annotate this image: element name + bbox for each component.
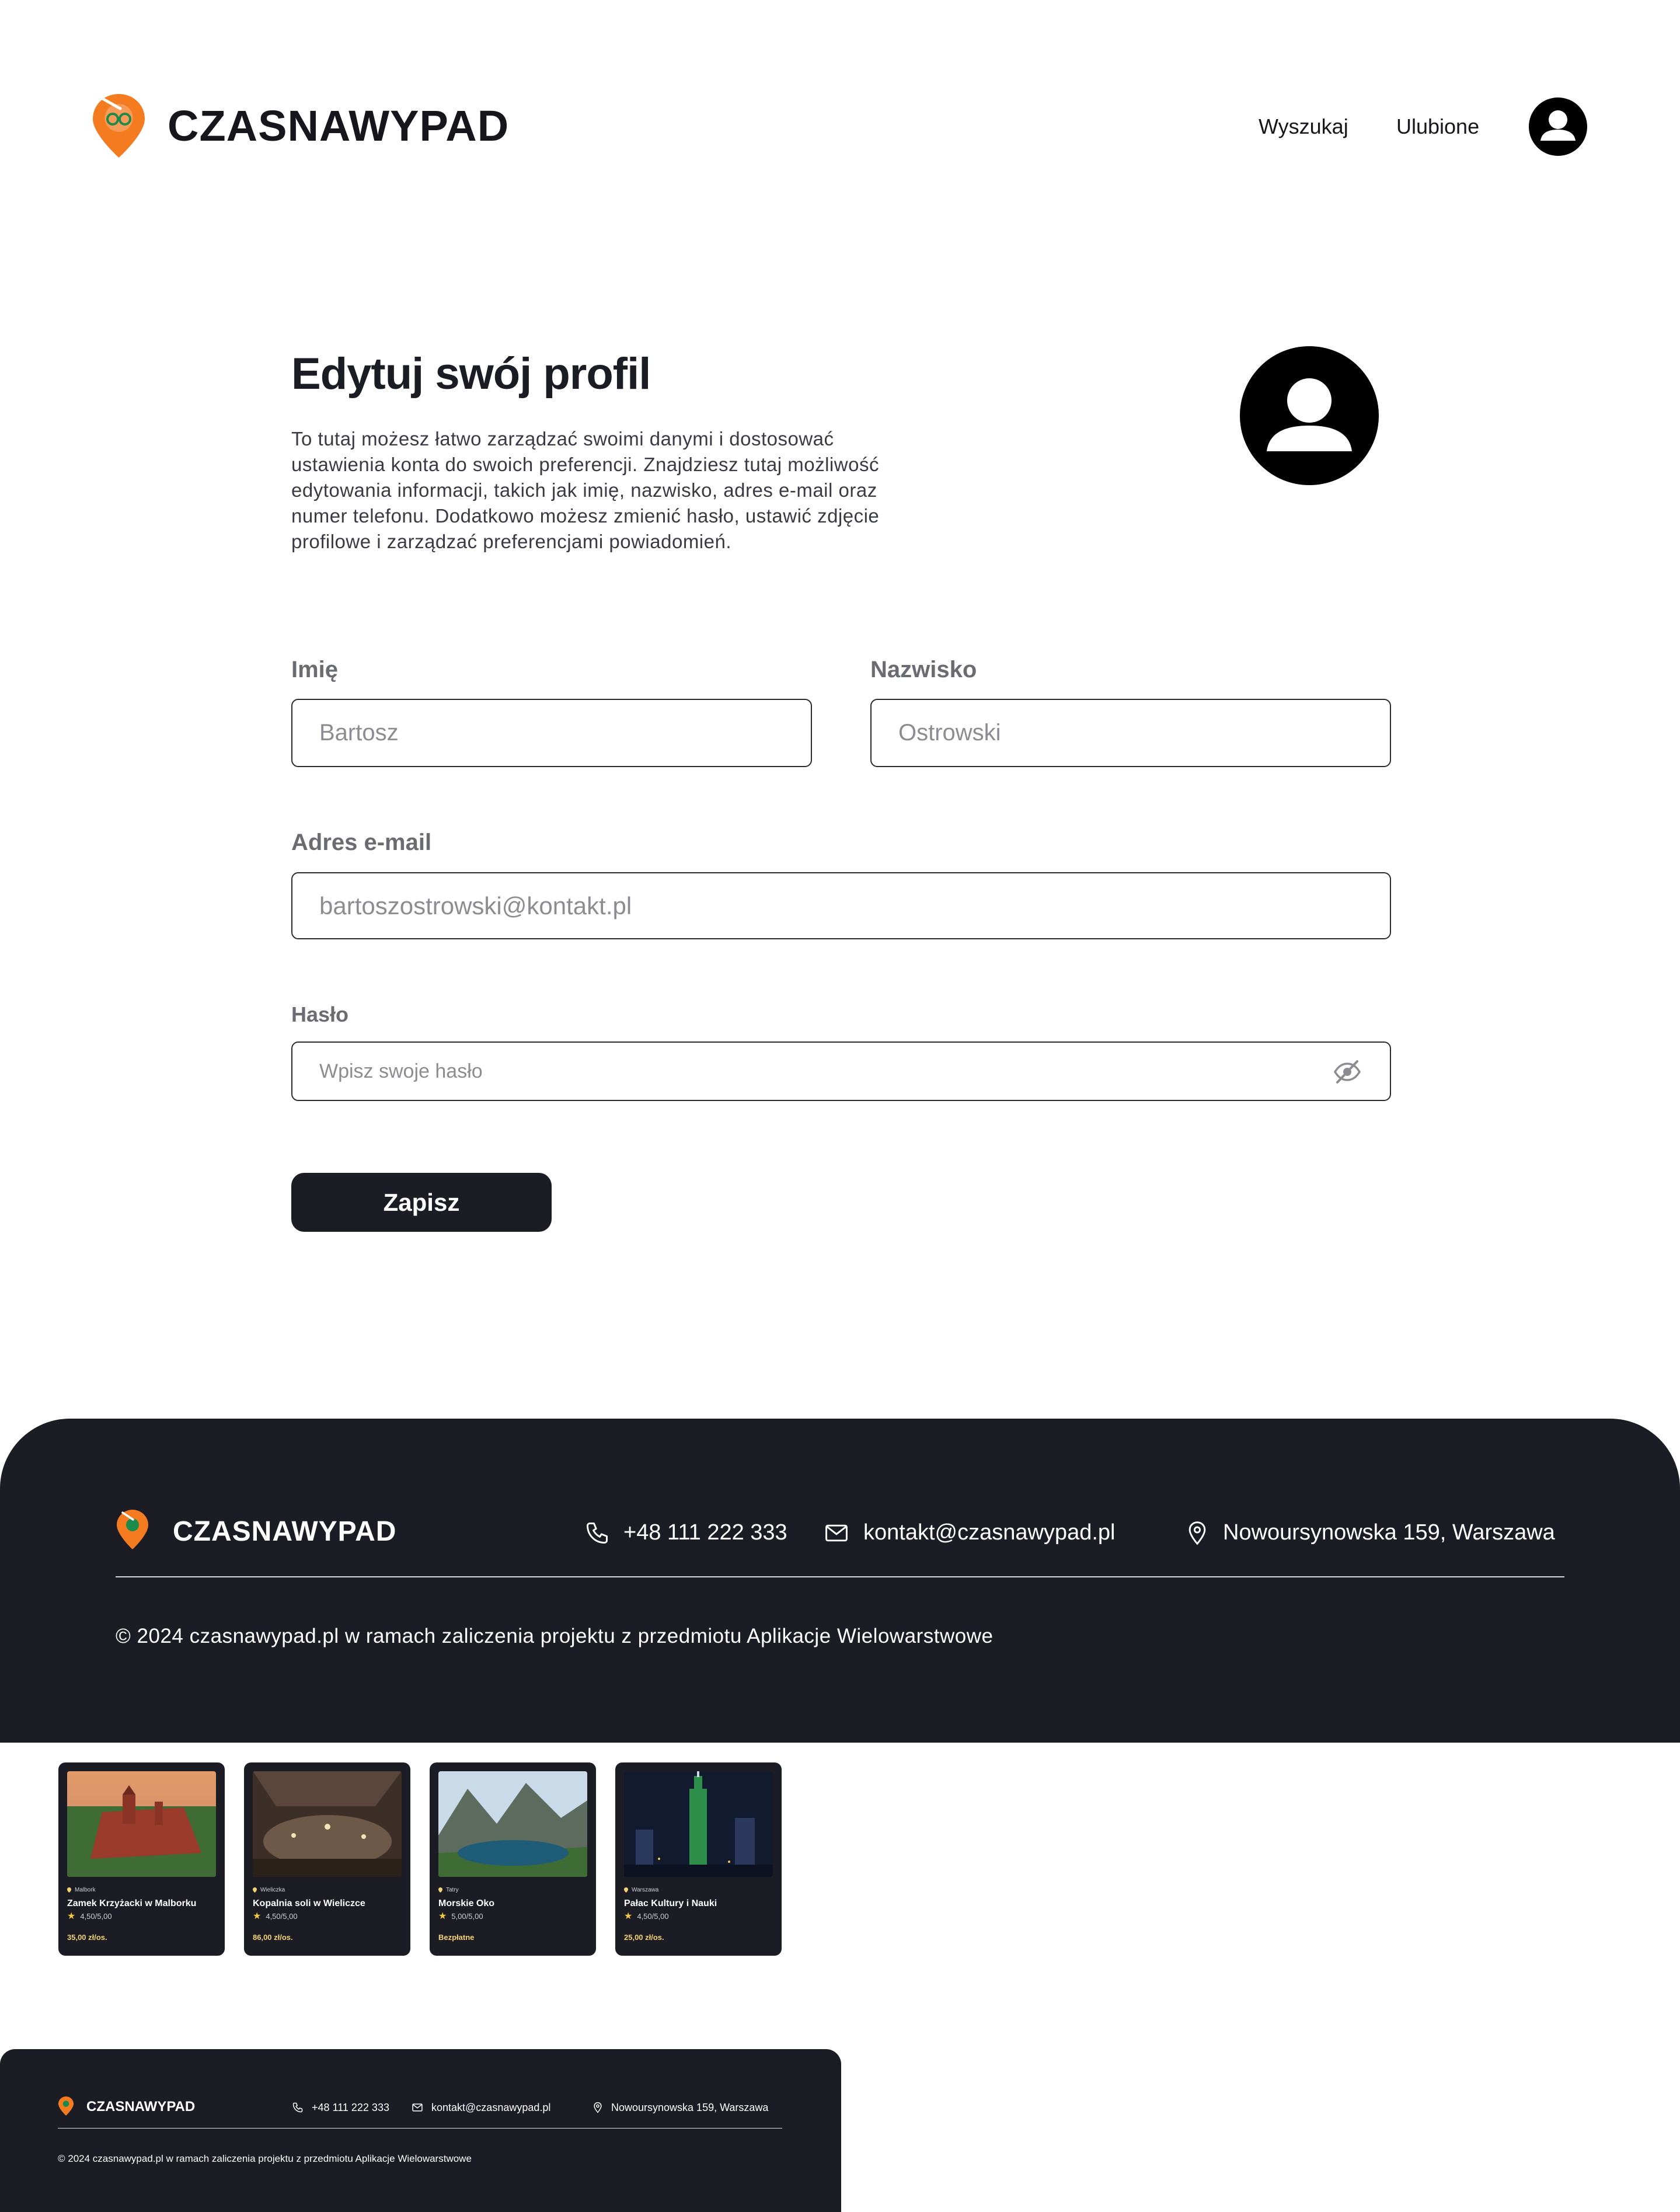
mini-footer-phone[interactable]: +48 111 222 333 [312, 2101, 389, 2114]
user-avatar-icon[interactable] [1529, 97, 1587, 156]
card-rating: 4,50/5,00 [80, 1912, 112, 1921]
star-icon: ★ [67, 1911, 76, 1921]
footer-email[interactable]: kontakt@czasnawypad.pl [863, 1518, 1115, 1547]
footer-logo-icon[interactable] [116, 1509, 149, 1551]
email-label: Adres e-mail [291, 830, 432, 855]
first-name-label: Imię [291, 657, 339, 682]
mail-icon [825, 1524, 848, 1542]
card-price: 86,00 zł/os. [253, 1933, 293, 1942]
location-pin-icon [253, 1887, 257, 1893]
location-pin-icon [67, 1887, 71, 1893]
mini-footer-email[interactable]: kontakt@czasnawypad.pl [431, 2101, 550, 2114]
mini-footer-logo-icon[interactable] [58, 2096, 74, 2116]
brand-name[interactable]: CZASNAWYPAD [168, 99, 509, 153]
card-location: Tatry [446, 1887, 459, 1893]
eye-off-icon[interactable] [1333, 1059, 1362, 1085]
email-input[interactable] [291, 872, 1391, 939]
attraction-card[interactable]: Malbork Zamek Krzyżacki w Malborku ★ 4,50… [58, 1762, 225, 1956]
profile-avatar-icon[interactable] [1240, 346, 1379, 485]
password-input[interactable] [291, 1041, 1391, 1101]
star-icon: ★ [438, 1911, 447, 1921]
footer-copyright: © 2024 czasnawypad.pl w ramach zaliczeni… [116, 1625, 994, 1647]
mini-footer-divider [58, 2128, 782, 2129]
star-icon: ★ [253, 1911, 262, 1921]
card-title: Kopalnia soli w Wieliczce [253, 1899, 365, 1908]
card-title: Morskie Oko [438, 1899, 495, 1908]
footer-brand[interactable]: CZASNAWYPAD [173, 1514, 396, 1549]
footer-divider [116, 1576, 1564, 1577]
page-description: To tutaj możesz łatwo zarządzać swoimi d… [291, 428, 880, 552]
attraction-photo [67, 1771, 216, 1877]
attraction-card[interactable]: Warszawa Pałac Kultury i Nauki ★ 4,50/5,0… [615, 1762, 782, 1956]
card-title: Pałac Kultury i Nauki [624, 1899, 717, 1908]
password-label: Hasło [291, 1002, 349, 1026]
card-rating: 5,00/5,00 [451, 1912, 483, 1921]
location-pin-icon [624, 1887, 628, 1893]
card-rating: 4,50/5,00 [637, 1912, 669, 1921]
last-name-label: Nazwisko [870, 657, 977, 682]
card-rating: 4,50/5,00 [266, 1912, 298, 1921]
mail-icon [412, 2103, 423, 2112]
footer [0, 1419, 1680, 1743]
phone-icon [587, 1523, 608, 1544]
attraction-card[interactable]: Tatry Morskie Oko ★ 5,00/5,00 Bezpłatne [430, 1762, 596, 1956]
location-pin-icon [1188, 1521, 1206, 1545]
first-name-input[interactable] [291, 699, 812, 767]
nav-link-favorites[interactable]: Ulubione [1396, 114, 1479, 140]
nav-link-search[interactable]: Wyszukaj [1259, 114, 1348, 140]
brand-logo-icon[interactable] [91, 92, 147, 159]
card-location: Malbork [75, 1887, 96, 1893]
star-icon: ★ [624, 1911, 633, 1921]
last-name-input[interactable] [870, 699, 1391, 767]
mini-footer-brand[interactable]: CZASNAWYPAD [86, 2099, 195, 2115]
phone-icon [292, 2102, 303, 2113]
attraction-card[interactable]: Wieliczka Kopalnia soli w Wieliczce ★ 4,5… [244, 1762, 410, 1956]
footer-address: Nowoursynowska 159, Warszawa [1223, 1520, 1555, 1545]
card-price: Bezpłatne [438, 1933, 475, 1942]
card-price: 25,00 zł/os. [624, 1933, 664, 1942]
mini-footer-copyright: © 2024 czasnawypad.pl w ramach zaliczeni… [58, 2153, 472, 2164]
mini-footer-address: Nowoursynowska 159, Warszawa [611, 2102, 769, 2113]
page-title: Edytuj swój profil [291, 349, 651, 399]
mini-footer [0, 2049, 841, 2212]
card-location: Wieliczka [260, 1887, 285, 1893]
attraction-photo [253, 1771, 402, 1877]
attraction-photo [624, 1771, 773, 1877]
attraction-photo [438, 1771, 587, 1877]
footer-phone[interactable]: +48 111 222 333 [623, 1518, 787, 1547]
location-pin-icon [594, 2102, 602, 2113]
location-pin-icon [438, 1887, 442, 1893]
card-title: Zamek Krzyżacki w Malborku [67, 1899, 197, 1908]
save-button[interactable]: Zapisz [291, 1173, 552, 1232]
card-location: Warszawa [632, 1887, 659, 1893]
card-price: 35,00 zł/os. [67, 1933, 107, 1942]
